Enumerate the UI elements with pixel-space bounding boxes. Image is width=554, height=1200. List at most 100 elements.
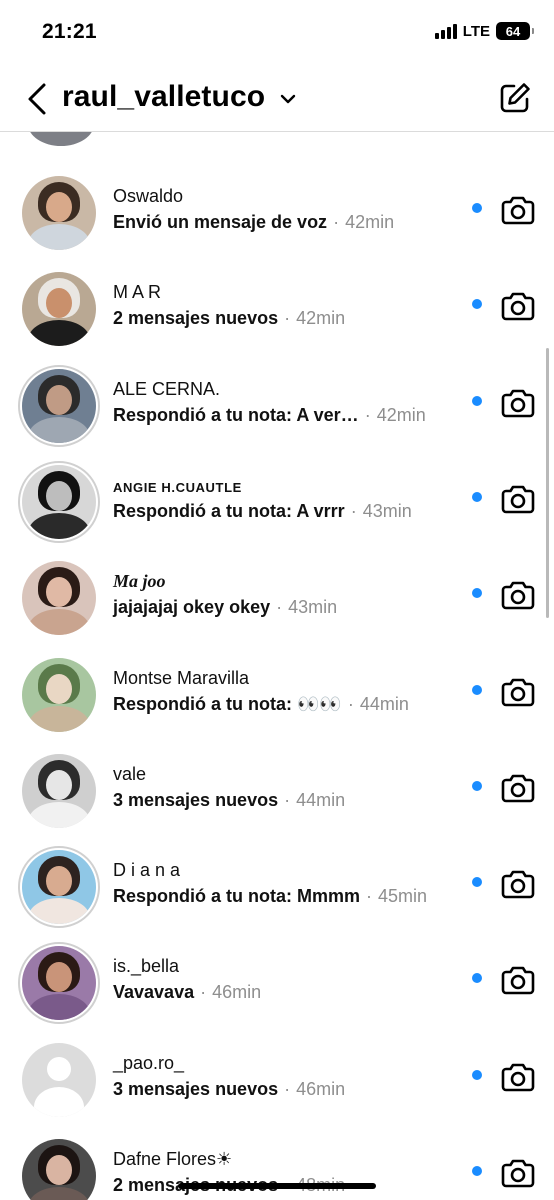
conversation-row[interactable]: M A R 2 mensajes nuevos · 42min xyxy=(0,260,554,356)
avatar-image xyxy=(22,946,96,1020)
avatar-image xyxy=(22,1139,96,1200)
message-time: 43min xyxy=(288,597,338,617)
conversation-row[interactable]: Dafne Flores☀ 2 mensajes nuevos · 48min xyxy=(0,1127,554,1200)
avatar-image xyxy=(22,850,96,924)
contact-name: D i a n a xyxy=(113,860,181,880)
contact-name: vale xyxy=(113,764,147,784)
unread-indicator xyxy=(472,877,482,887)
camera-icon[interactable] xyxy=(501,387,535,419)
contact-name: Ma joo xyxy=(113,571,166,591)
message-time: 44min xyxy=(359,694,409,714)
conversation-list[interactable]: Oswaldo Envió un mensaje de voz · 42min … xyxy=(0,132,554,1200)
separator: · xyxy=(366,886,372,906)
message-preview: Respondió a tu nota: Mmmm · 45min xyxy=(113,886,427,907)
last-message: Respondió a tu nota: A vrrr xyxy=(113,501,345,521)
conversation-row[interactable]: Ma joo jajajajaj okey okey · 43min xyxy=(0,549,554,645)
unread-indicator xyxy=(472,1070,482,1080)
separator: · xyxy=(333,212,340,232)
unread-indicator xyxy=(472,396,482,406)
avatar[interactable] xyxy=(18,846,100,928)
camera-icon[interactable] xyxy=(501,964,535,996)
last-message: 3 mensajes nuevos xyxy=(113,1079,279,1099)
avatar[interactable] xyxy=(28,132,94,146)
contact-name: _pao.ro_ xyxy=(113,1053,185,1073)
camera-icon[interactable] xyxy=(501,579,535,611)
message-preview: Respondió a tu nota: A ver… · 42min xyxy=(113,405,426,426)
scrollbar[interactable] xyxy=(546,348,549,618)
avatar[interactable] xyxy=(18,557,100,639)
message-time: 46min xyxy=(212,982,262,1002)
avatar[interactable] xyxy=(18,365,100,447)
message-time: 42min xyxy=(345,212,395,232)
last-message: Respondió a tu nota: A ver… xyxy=(113,405,359,425)
contact-name: ALE CERNA. xyxy=(113,379,221,399)
unread-indicator xyxy=(472,685,482,695)
camera-icon[interactable] xyxy=(501,676,535,708)
message-preview: Envió un mensaje de voz · 42min xyxy=(113,212,394,233)
battery-icon: 64 xyxy=(496,22,534,40)
avatar[interactable] xyxy=(18,461,100,543)
avatar[interactable] xyxy=(18,1135,100,1200)
separator: · xyxy=(276,597,283,617)
status-time: 21:21 xyxy=(42,20,97,43)
message-preview: Respondió a tu nota: A vrrr · 43min xyxy=(113,501,412,522)
separator: · xyxy=(284,308,291,328)
contact-name: M A R xyxy=(113,282,162,302)
battery-level: 64 xyxy=(505,23,521,39)
avatar[interactable] xyxy=(18,1039,100,1121)
header: raul_valletuco xyxy=(0,66,554,132)
avatar[interactable] xyxy=(18,750,100,832)
conversation-row[interactable]: is._bella Vavavava · 46min xyxy=(0,934,554,1030)
network-label: LTE xyxy=(462,22,490,40)
message-time: 43min xyxy=(362,501,412,521)
avatar[interactable] xyxy=(18,654,100,736)
unread-indicator xyxy=(472,203,482,213)
contact-name: Dafne Flores☀ xyxy=(113,1149,233,1169)
avatar-image xyxy=(22,176,96,250)
status-indicators: LTE 64 xyxy=(434,22,534,40)
account-username[interactable]: raul_valletuco xyxy=(62,80,265,114)
contact-name: ANGIE H.CUAUTLE xyxy=(113,480,242,495)
last-message: Respondió a tu nota: 👀👀 xyxy=(113,694,342,714)
message-preview: jajajajaj okey okey · 43min xyxy=(113,597,337,618)
last-message: Envió un mensaje de voz xyxy=(113,212,328,232)
avatar-image xyxy=(22,272,96,346)
conversation-row[interactable]: ALE CERNA. Respondió a tu nota: A ver… ·… xyxy=(0,357,554,453)
camera-icon[interactable] xyxy=(501,483,535,515)
chevron-left-icon[interactable] xyxy=(24,82,52,116)
conversation-row[interactable]: _pao.ro_ 3 mensajes nuevos · 46min xyxy=(0,1031,554,1127)
avatar[interactable] xyxy=(18,942,100,1024)
separator: · xyxy=(200,982,207,1002)
separator: · xyxy=(284,790,291,810)
separator: · xyxy=(284,1079,291,1099)
last-message: Respondió a tu nota: Mmmm xyxy=(113,886,360,906)
message-preview: Vavavava · 46min xyxy=(113,982,261,1003)
conversation-row[interactable]: Oswaldo Envió un mensaje de voz · 42min xyxy=(0,164,554,260)
last-message: Vavavava xyxy=(113,982,195,1002)
message-preview: 3 mensajes nuevos · 44min xyxy=(113,790,345,811)
camera-icon[interactable] xyxy=(501,1061,535,1093)
separator: · xyxy=(347,694,354,714)
camera-icon[interactable] xyxy=(501,1157,535,1189)
conversation-row[interactable]: ANGIE H.CUAUTLE Respondió a tu nota: A v… xyxy=(0,453,554,549)
camera-icon[interactable] xyxy=(501,868,535,900)
avatar[interactable] xyxy=(18,268,100,350)
camera-icon[interactable] xyxy=(501,772,535,804)
unread-indicator xyxy=(472,299,482,309)
message-preview: 2 mensajes nuevos · 42min xyxy=(113,308,345,329)
conversation-row[interactable]: vale 3 mensajes nuevos · 44min xyxy=(0,742,554,838)
home-indicator[interactable] xyxy=(178,1183,376,1189)
unread-indicator xyxy=(472,492,482,502)
message-preview: Respondió a tu nota: 👀👀 · 44min xyxy=(113,694,409,715)
camera-icon[interactable] xyxy=(501,290,535,322)
contact-name: Montse Maravilla xyxy=(113,668,250,688)
last-message: 3 mensajes nuevos xyxy=(113,790,279,810)
camera-icon[interactable] xyxy=(501,194,535,226)
conversation-row[interactable]: Montse Maravilla Respondió a tu nota: 👀👀… xyxy=(0,646,554,742)
conversation-row[interactable]: D i a n a Respondió a tu nota: Mmmm · 45… xyxy=(0,838,554,934)
contact-name: is._bella xyxy=(113,956,180,976)
compose-icon[interactable] xyxy=(498,81,532,115)
avatar[interactable] xyxy=(18,172,100,254)
status-bar: 21:21 LTE 64 xyxy=(0,0,554,66)
chevron-down-icon[interactable] xyxy=(279,90,297,108)
